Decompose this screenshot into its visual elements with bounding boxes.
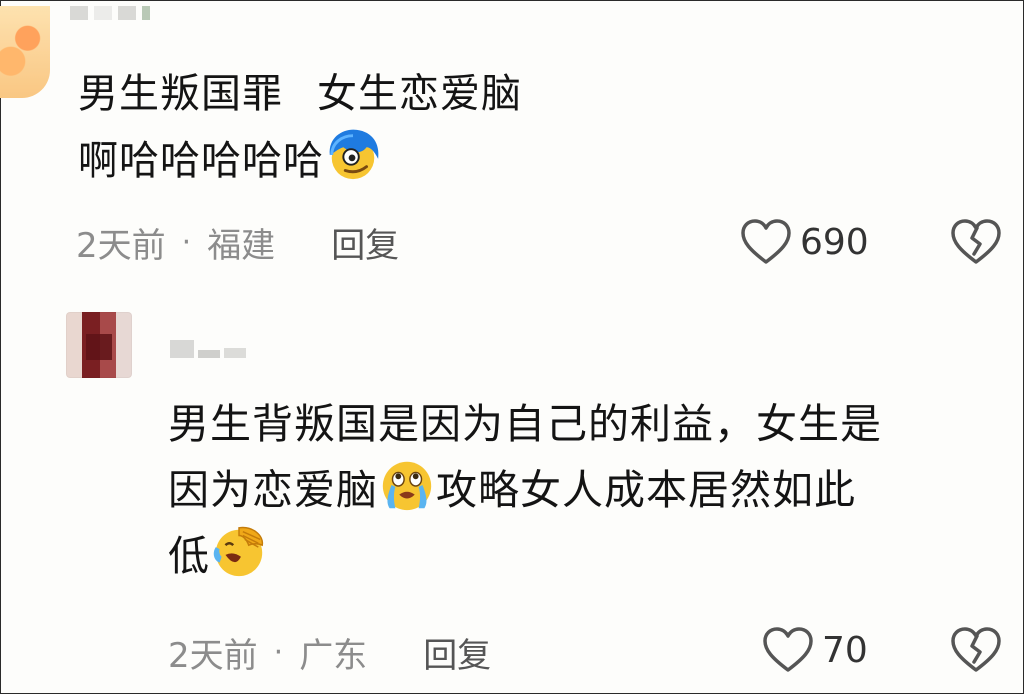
like-button[interactable]: 70 [762, 626, 868, 674]
comment-text: 男生叛国罪 [78, 71, 283, 117]
comment-text: 低 [168, 532, 210, 580]
comment-meta: 2天前 · 广东 回复 [168, 628, 491, 677]
comment-text: 啊哈哈哈哈哈 [78, 138, 324, 184]
comment-body: 男生背叛国是因为自己的利益，女生是 因为恋爱脑 攻略女人成本居然如此 低 [168, 392, 1014, 588]
username-blurred[interactable] [70, 6, 150, 20]
dislike-button[interactable] [950, 626, 1002, 674]
reply-button[interactable]: 回复 [423, 628, 491, 677]
username-blurred[interactable] [170, 336, 250, 358]
broken-heart-icon [951, 627, 1001, 672]
laughing-facepalm-emoji-icon [210, 522, 268, 580]
like-button[interactable]: 690 [740, 218, 869, 266]
avatar[interactable] [66, 312, 132, 378]
meta-separator: · [273, 635, 284, 670]
comment-line: 啊哈哈哈哈哈 [78, 126, 718, 193]
smirking-blue-hair-emoji-icon [324, 126, 382, 184]
crying-face-emoji-icon [378, 456, 436, 514]
avatar[interactable] [0, 6, 50, 98]
comment-meta: 2天前 · 福建 回复 [76, 218, 399, 267]
heart-outline-icon [741, 219, 791, 264]
comment-time: 2天前 [76, 226, 166, 266]
comment-line: 男生背叛国是因为自己的利益，女生是 [168, 392, 1014, 456]
comment-line: 因为恋爱脑 攻略女人成本居然如此 [168, 456, 1014, 522]
broken-heart-icon [951, 219, 1001, 264]
reply-button[interactable]: 回复 [331, 218, 399, 267]
comment-line: 男生叛国罪 女生恋爱脑 [78, 62, 718, 126]
like-count: 70 [822, 629, 868, 671]
comment-location: 福建 [207, 226, 276, 266]
heart-outline-icon [763, 627, 813, 672]
dislike-button[interactable] [950, 218, 1002, 266]
comment-location: 广东 [299, 636, 368, 676]
meta-separator: · [181, 225, 192, 260]
comment-text: 女生恋爱脑 [317, 71, 522, 117]
comment-line: 低 [168, 522, 1014, 588]
comment-text: 因为恋爱脑 [168, 466, 378, 514]
comment-time: 2天前 [168, 636, 258, 676]
comment-text: 攻略女人成本居然如此 [436, 466, 856, 514]
comment-text: 男生背叛国是因为自己的利益，女生是 [168, 400, 882, 448]
comment-body: 男生叛国罪 女生恋爱脑 啊哈哈哈哈哈 [78, 62, 718, 193]
like-count: 690 [800, 221, 869, 263]
